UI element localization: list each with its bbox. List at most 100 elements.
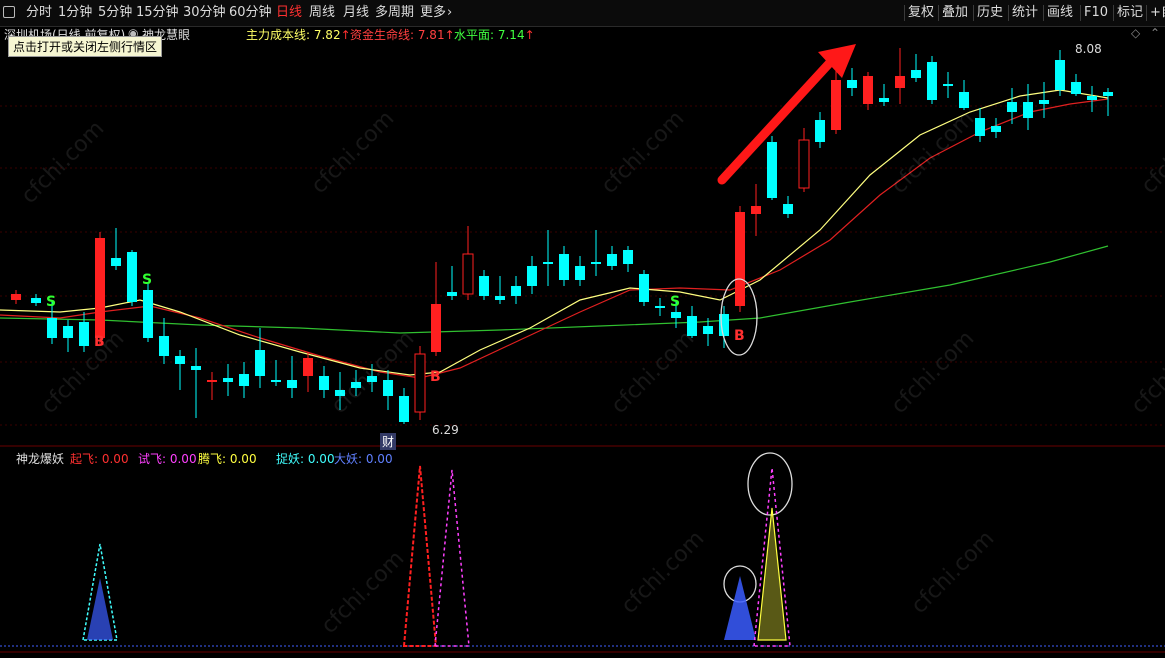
period-tab-4[interactable]: 30分钟 — [183, 4, 226, 22]
candle[interactable] — [607, 246, 617, 270]
candle[interactable] — [431, 262, 441, 356]
candle[interactable] — [255, 328, 265, 388]
candle[interactable] — [847, 68, 857, 96]
period-tab-5[interactable]: 60分钟 — [229, 4, 272, 22]
candle[interactable] — [911, 54, 921, 82]
tool-button-6[interactable]: 标记 — [1117, 4, 1143, 22]
candle[interactable] — [639, 270, 649, 306]
tool-button-3[interactable]: 统计 — [1012, 4, 1038, 22]
cai-badge[interactable]: 财 — [380, 433, 397, 450]
candle[interactable] — [303, 352, 313, 392]
candle[interactable] — [1071, 74, 1081, 96]
candle[interactable] — [495, 276, 505, 304]
period-tab-1[interactable]: 1分钟 — [58, 4, 92, 22]
candle[interactable] — [79, 312, 89, 352]
candle[interactable] — [191, 348, 201, 418]
candle[interactable] — [783, 196, 793, 218]
candle[interactable] — [223, 364, 233, 396]
candle[interactable] — [11, 290, 21, 304]
candle[interactable] — [735, 206, 745, 312]
candle[interactable] — [1087, 86, 1097, 112]
candle[interactable] — [559, 246, 569, 286]
period-tab-10[interactable]: 更多 — [420, 4, 446, 22]
period-tab-7[interactable]: 周线 — [309, 4, 335, 22]
candle[interactable] — [767, 136, 777, 200]
period-tab-6[interactable]: 日线 — [276, 4, 302, 22]
sub-value-zhuoyao: 捉妖: 0.00 — [276, 452, 335, 466]
candle[interactable] — [831, 64, 841, 134]
candle[interactable] — [1007, 88, 1017, 124]
candle[interactable] — [687, 306, 697, 338]
candle[interactable] — [655, 298, 665, 316]
tool-button-1[interactable]: 叠加 — [942, 4, 968, 22]
diamond-icon[interactable]: ◇ — [1131, 26, 1140, 40]
candle[interactable] — [975, 108, 985, 142]
candle[interactable] — [479, 270, 489, 300]
candle[interactable] — [527, 256, 537, 294]
candle[interactable] — [207, 372, 217, 400]
candle[interactable] — [31, 294, 41, 306]
sub-indicator-name[interactable]: 神龙爆妖 — [16, 450, 64, 467]
period-tab-8[interactable]: 月线 — [343, 4, 369, 22]
candle[interactable] — [798, 128, 810, 192]
toggle-quote-panel-icon[interactable] — [3, 6, 15, 18]
period-tab-0[interactable]: 分时 — [26, 4, 52, 22]
candle[interactable] — [447, 266, 457, 300]
candle[interactable] — [543, 230, 553, 286]
candle[interactable] — [815, 112, 825, 148]
tool-button-2[interactable]: 历史 — [977, 4, 1003, 22]
expand-icon[interactable]: ⌃ — [1150, 26, 1160, 40]
tool-button-0[interactable]: 复权 — [908, 4, 934, 22]
candle[interactable] — [959, 80, 969, 110]
watermark: cfchi.com — [606, 326, 700, 419]
candle[interactable] — [703, 318, 713, 346]
period-toolbar: 分时 1分钟 5分钟 15分钟 30分钟 60分钟 日线 周线 月线 多周期 更多 › 复权 叠加 历史… — [0, 0, 1165, 27]
candle[interactable] — [879, 84, 889, 106]
period-tab-2[interactable]: 5分钟 — [98, 4, 132, 22]
candle[interactable] — [383, 370, 393, 410]
candle[interactable] — [111, 228, 121, 270]
kline-chart[interactable] — [0, 0, 1165, 658]
candle[interactable] — [927, 56, 937, 104]
period-tab-3[interactable]: 15分钟 — [136, 4, 179, 22]
candle[interactable] — [127, 250, 137, 306]
low-label: 6.29 — [432, 423, 459, 437]
candle[interactable] — [751, 184, 761, 236]
candle[interactable] — [399, 388, 409, 424]
candle[interactable] — [1039, 82, 1049, 118]
candle[interactable] — [159, 318, 169, 364]
candle[interactable] — [271, 360, 281, 386]
candle[interactable] — [575, 256, 585, 286]
candle[interactable] — [95, 232, 105, 344]
candle[interactable] — [991, 118, 1001, 138]
sell-signal: S — [142, 272, 153, 288]
candle[interactable] — [239, 362, 249, 398]
candle[interactable] — [175, 350, 185, 390]
candle[interactable] — [895, 48, 905, 104]
more-chevron-icon[interactable]: › — [447, 4, 452, 22]
watermark: cfchi.com — [1126, 326, 1165, 419]
candle[interactable] — [623, 246, 633, 272]
tool-button-7[interactable]: +自 — [1150, 4, 1165, 22]
period-tab-9[interactable]: 多周期 — [375, 4, 414, 22]
candle[interactable] — [719, 306, 729, 348]
watermark: cfchi.com — [886, 106, 980, 199]
candle[interactable] — [335, 372, 345, 410]
candle[interactable] — [943, 72, 953, 98]
candle[interactable] — [863, 72, 873, 110]
candle[interactable] — [591, 230, 601, 276]
candle[interactable] — [319, 366, 329, 398]
candle[interactable] — [63, 320, 73, 352]
tool-button-4[interactable]: 画线 — [1047, 4, 1073, 22]
candle[interactable] — [414, 346, 426, 420]
tool-button-5[interactable]: F10 — [1084, 4, 1108, 22]
candle[interactable] — [1023, 84, 1033, 130]
candle[interactable] — [143, 284, 153, 342]
candle[interactable] — [1103, 88, 1113, 116]
candle[interactable] — [1055, 50, 1065, 96]
candle[interactable] — [351, 370, 361, 396]
candle[interactable] — [287, 356, 297, 398]
candle[interactable] — [462, 226, 474, 300]
candle[interactable] — [367, 364, 377, 392]
candle[interactable] — [511, 276, 521, 304]
